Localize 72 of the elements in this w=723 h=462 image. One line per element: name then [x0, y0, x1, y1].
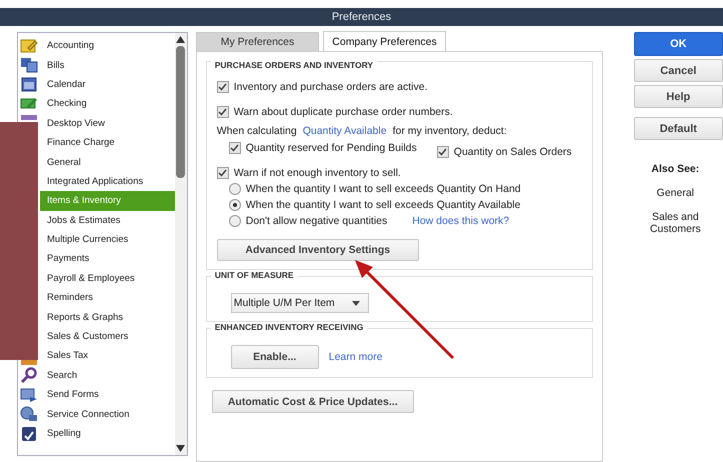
radio-label[interactable]: When the quantity I want to sell exceeds Quantity Available	[246, 199, 520, 211]
dialog-button[interactable]: Cancel	[634, 59, 723, 82]
checkbox-label[interactable]: Inventory and purchase orders are active.	[234, 80, 428, 92]
calendar-icon	[20, 76, 38, 92]
form-icon	[20, 386, 38, 403]
category-item[interactable]: Checking	[40, 94, 175, 114]
checkbox[interactable]	[436, 146, 449, 158]
category-item[interactable]: General	[40, 152, 175, 172]
category-item[interactable]: Accounting	[40, 36, 175, 56]
radio-button[interactable]	[228, 215, 241, 227]
advanced-settings-button[interactable]: Advanced Inventory Settings	[216, 239, 419, 261]
radio-button[interactable]	[228, 183, 241, 195]
spelling-icon	[20, 426, 38, 442]
category-item[interactable]: Reminders	[40, 288, 175, 308]
category-item[interactable]: Finance Charge	[40, 132, 175, 152]
radio-button[interactable]	[228, 199, 241, 211]
category-item[interactable]: Payroll & Employees	[40, 268, 175, 288]
category-item[interactable]: Send Forms	[40, 385, 175, 404]
up-arrow-icon[interactable]	[176, 36, 186, 43]
category-item[interactable]: Spelling	[40, 424, 175, 444]
category-item[interactable]: Jobs & Estimates	[40, 210, 175, 230]
document-icon	[20, 57, 38, 74]
label: When calculating	[216, 125, 297, 137]
category-item[interactable]: Integrated Applications	[40, 172, 175, 192]
help-link[interactable]: How does this work?	[412, 215, 510, 227]
category-item[interactable]: Search	[40, 366, 175, 386]
also-see-link[interactable]: Sales and Customers	[634, 211, 717, 235]
checkbox[interactable]	[216, 80, 229, 92]
scroll-thumb[interactable]	[176, 46, 186, 178]
dialog-button[interactable]: OK	[634, 32, 723, 56]
tab[interactable]: Company Preferences	[323, 31, 446, 51]
also-see-heading: Also See:	[650, 163, 700, 175]
category-item[interactable]: Reports & Graphs	[40, 307, 175, 327]
checkbox-label[interactable]: Warn about duplicate purchase order numbers.	[234, 106, 453, 118]
enable-button[interactable]: Enable...	[230, 345, 319, 369]
category-item[interactable]: Sales Tax	[40, 346, 175, 366]
link[interactable]: Quantity Available	[302, 125, 387, 137]
cost-update-button[interactable]: Automatic Cost & Price Updates...	[212, 390, 414, 413]
group-heading: PURCHASE ORDERS AND INVENTORY	[210, 60, 378, 70]
label: for my inventory, deduct:	[392, 125, 507, 137]
dialog-button[interactable]: Help	[634, 85, 723, 108]
category-item[interactable]: Multiple Currencies	[40, 230, 175, 250]
radio-label[interactable]: Don't allow negative quantities	[246, 215, 388, 227]
window-title: Preferences	[332, 11, 392, 23]
unit-dropdown[interactable]: Multiple U/M Per Item	[230, 293, 369, 313]
checkbox[interactable]	[216, 166, 229, 178]
category-item[interactable]: Desktop View	[40, 114, 175, 133]
learn-more-link[interactable]: Learn more	[328, 351, 382, 363]
category-item[interactable]: Calendar	[40, 74, 175, 94]
checkbox[interactable]	[228, 142, 241, 154]
group-heading: UNIT OF MEASURE	[210, 270, 298, 280]
also-see-link[interactable]: General	[634, 187, 717, 199]
tab[interactable]: My Preferences	[196, 32, 320, 51]
group-heading: ENHANCED INVENTORY RECEIVING	[210, 322, 368, 332]
globe-icon	[20, 406, 38, 422]
tag-icon	[20, 360, 38, 365]
notebook-icon	[20, 38, 38, 54]
dialog-button[interactable]: Default	[634, 117, 723, 140]
scroll-bar[interactable]	[174, 33, 187, 455]
category-item[interactable]: Bills	[40, 55, 175, 75]
checkbox-label[interactable]: Warn if not enough inventory to sell.	[234, 166, 401, 178]
category-item[interactable]: Service Connection	[40, 404, 175, 424]
radio-label[interactable]: When the quantity I want to sell exceeds Quantity On Hand	[246, 183, 521, 195]
checkbox[interactable]	[216, 106, 229, 118]
dropdown-caret-icon	[352, 300, 360, 306]
checkbox-label[interactable]: Quantity on Sales Orders	[454, 146, 572, 158]
category-item[interactable]: Payments	[40, 249, 175, 269]
down-arrow-icon[interactable]	[176, 445, 186, 452]
screen-icon	[20, 114, 38, 120]
checkbox-label[interactable]: Quantity reserved for Pending Builds	[246, 142, 417, 154]
category-item[interactable]: Sales & Customers	[40, 326, 175, 346]
search-icon	[20, 367, 38, 384]
